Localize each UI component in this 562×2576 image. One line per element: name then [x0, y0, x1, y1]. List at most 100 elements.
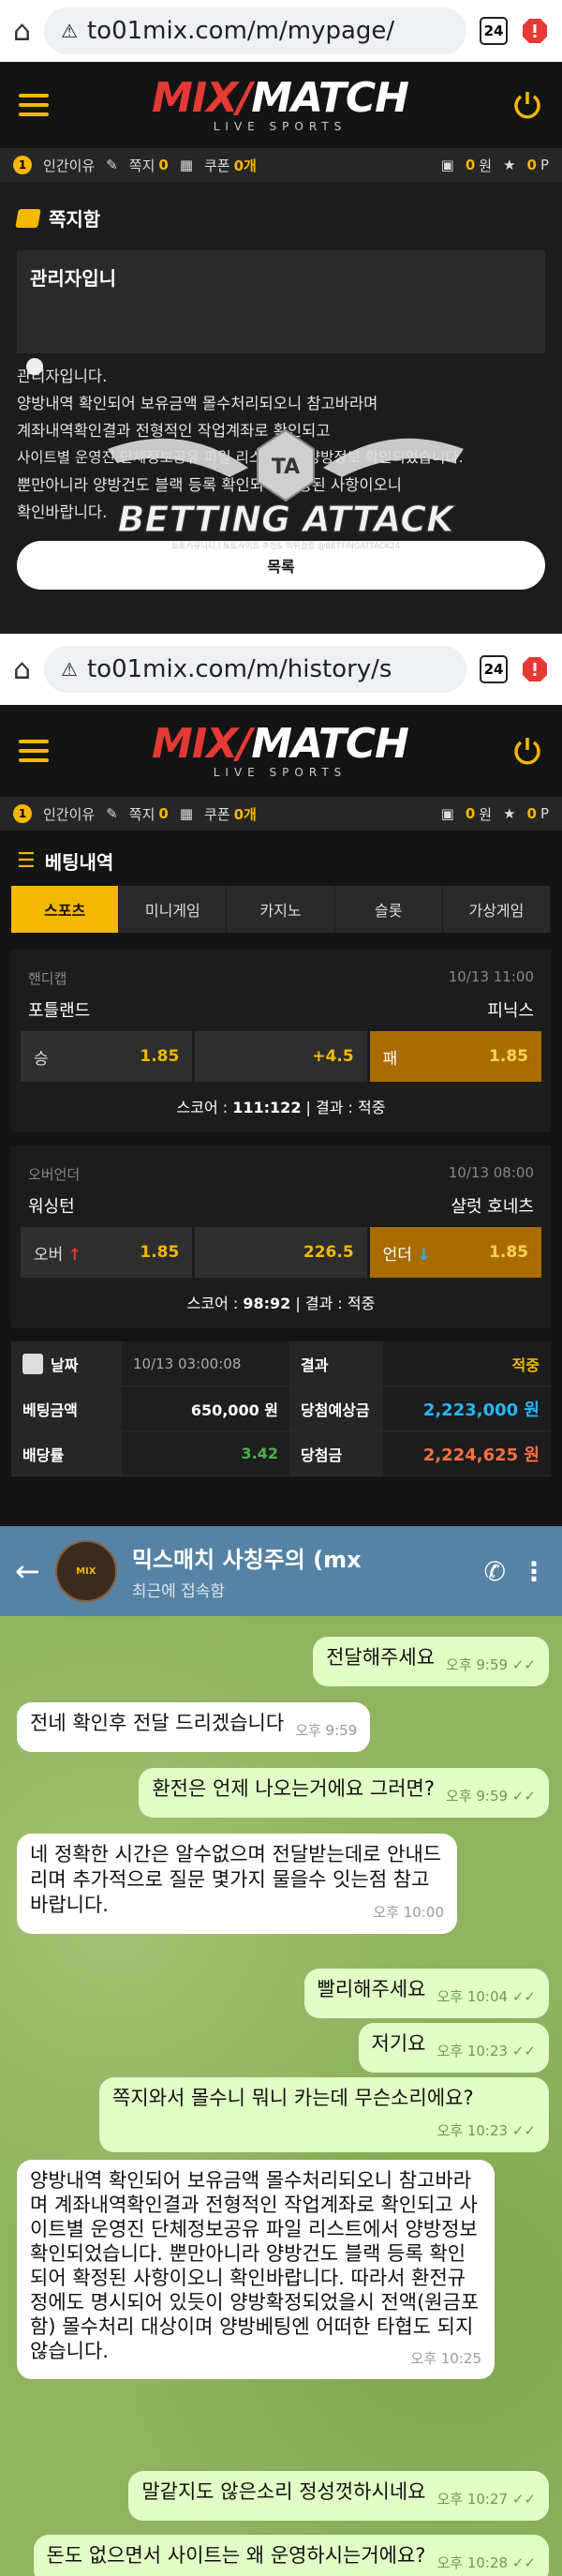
bet-card: 핸디캡 10/13 11:00 포틀랜드 피닉스 승 1.85 +4.5 패 1.85 … — [11, 950, 551, 1132]
chat-bubble-out[interactable]: 돈도 없으면서 사이트는 왜 운영하시는거에요? 오후 10:28 ✓✓ — [33, 2535, 549, 2576]
username[interactable]: 인간이유 — [43, 156, 95, 175]
message-time: 오후 10:00 — [373, 1904, 444, 1921]
chat-bubble-out[interactable]: 전달해주세요 오후 9:59 ✓✓ — [313, 1637, 549, 1686]
message-text: 돈도 없으면서 사이트는 왜 운영하시는거에요? — [46, 2544, 426, 2567]
chat-area: 전달해주세요 오후 9:59 ✓✓ 전네 확인후 전달 드리겠습니다 오후 9:59… — [0, 1616, 562, 2576]
odds-over: 오버 ↑ 1.85 — [21, 1227, 193, 1278]
message-line: 양방내역 확인되어 보유금액 몰수처리되오니 참고바라며 — [17, 395, 378, 412]
message-header: 관리자입니 — [17, 250, 545, 353]
total-odds-value: 3.42 — [122, 1431, 289, 1475]
score-label: 스코어 : — [186, 1295, 239, 1312]
tab-casino[interactable]: 카지노 — [227, 886, 335, 933]
list-button[interactable]: 목록 — [17, 541, 545, 590]
chat-title[interactable]: 믹스매치 사칭주의 (mx — [132, 1541, 469, 1574]
back-arrow-icon[interactable]: ← — [15, 1553, 40, 1589]
message-line: 뿐만아니라 양방건도 블랙 등록 확인되어 확정된 사항이오니 — [17, 476, 402, 494]
site-header-1: MIX/MATCH LIVE SPORTS — [0, 62, 562, 148]
phone-icon[interactable]: ✆ — [484, 1556, 506, 1587]
message-time: 오후 9:59 — [446, 1788, 509, 1805]
double-check-icon: ✓✓ — [511, 1788, 536, 1805]
result-value: 적중 — [511, 1355, 540, 1374]
section-title-bets: 베팅내역 — [44, 851, 114, 874]
money-amount: 0 — [465, 805, 476, 822]
power-icon[interactable] — [511, 89, 543, 121]
address-bar-2[interactable]: ⚠ to01mix.com/m/history/s — [44, 646, 466, 693]
result-label: 결과 : — [316, 1099, 353, 1116]
tab-switcher-button[interactable]: 24 — [480, 17, 508, 45]
message-panel: 쪽지함 관리자입니 관리자입니다. 양방내역 확인되어 보유금액 몰수처리되오니… — [0, 182, 562, 634]
chat-bubble-in[interactable]: 양방내역 확인되어 보유금액 몰수처리되오니 참고바라며 계좌내역확인결과 전형… — [17, 2160, 495, 2379]
double-check-icon: ✓✓ — [511, 2554, 536, 2571]
section-title-messages: 쪽지함 — [49, 208, 101, 231]
note-icon: ✎ — [106, 805, 118, 822]
odds-away-selected: 패 1.85 — [369, 1031, 541, 1082]
checkbox-icon[interactable] — [22, 1353, 43, 1374]
chat-bubble-in[interactable]: 네 정확한 시간은 알수없으며 전달받는데로 안내드리며 추가적으로 질문 몇가… — [17, 1834, 457, 1934]
logo-sub: LIVE SPORTS — [213, 766, 348, 779]
logo-mix: MIX — [152, 74, 238, 122]
chat-bubble-out[interactable]: 저기요 오후 10:23 ✓✓ — [358, 2023, 549, 2073]
message-time: 오후 10:25 — [410, 2350, 481, 2367]
menu-icon[interactable] — [19, 88, 49, 122]
address-bar-1[interactable]: ⚠ to01mix.com/m/mypage/ — [44, 7, 466, 54]
home-icon[interactable]: ⌂ — [13, 653, 31, 686]
alert-icon[interactable] — [521, 655, 549, 683]
double-check-icon: ✓✓ — [511, 2491, 536, 2508]
result-label: 결과 : — [304, 1295, 343, 1312]
tab-minigame[interactable]: 미니게임 — [119, 886, 228, 933]
avatar[interactable]: MIX — [54, 1540, 117, 1602]
message-time: 오후 10:28 — [436, 2554, 509, 2571]
warning-icon: ⚠ — [61, 658, 78, 681]
message-line: 사이트별 운영진 단체정보공유 파일 리스트에서 양방정보 확인되었습니다. — [17, 449, 464, 466]
chat-bubble-out[interactable]: 환전은 언제 나오는거에요 그러면? 오후 9:59 ✓✓ — [139, 1768, 549, 1818]
notes-label[interactable]: 쪽지 — [129, 156, 155, 175]
bet-summary-table: 날짜 10/13 03:00:08 결과 적중 베팅금액 650,000 원 당… — [11, 1341, 551, 1476]
bet-time: 10/13 11:00 — [448, 968, 534, 985]
odds-label: 언더 — [382, 1245, 412, 1265]
site-logo[interactable]: MIX/MATCH LIVE SPORTS — [152, 78, 409, 133]
summary-row: 베팅금액 650,000 원 당첨예상금 2,223,000 원 — [11, 1386, 551, 1431]
site-logo[interactable]: MIX/MATCH LIVE SPORTS — [152, 724, 409, 779]
money-unit: 원 — [479, 157, 493, 174]
alert-icon[interactable] — [521, 17, 549, 45]
tab-slot[interactable]: 슬롯 — [334, 886, 443, 933]
username[interactable]: 인간이유 — [43, 804, 95, 824]
coupon-label[interactable]: 쿠폰 — [204, 156, 230, 175]
home-icon[interactable]: ⌂ — [13, 15, 31, 48]
message-time: 오후 9:59 — [295, 1722, 358, 1739]
message-text: 빨리해주세요 — [317, 1978, 426, 2000]
message-text: 쪽지와서 몰수니 뭐니 카는데 무슨소리에요? — [112, 2087, 474, 2109]
score-value: 98:92 — [243, 1295, 291, 1312]
message-line: 계좌내역확인결과 전형적인 작업계좌로 확인되고 — [17, 422, 331, 440]
double-check-icon: ✓✓ — [511, 2043, 536, 2059]
coupon-icon: ▦ — [179, 805, 194, 822]
message-time: 오후 10:27 — [436, 2491, 509, 2508]
menu-icon[interactable] — [19, 734, 49, 768]
more-icon[interactable]: ⋮ — [521, 1556, 547, 1587]
summary-row: 배당률 3.42 당첨금 2,224,625 원 — [11, 1431, 551, 1476]
chat-bubble-out[interactable]: 쪽지와서 몰수니 뭐니 카는데 무슨소리에요? 오후 10:23 ✓✓ — [99, 2077, 549, 2152]
chat-bubble-in[interactable]: 전네 확인후 전달 드리겠습니다 오후 9:59 — [17, 1702, 371, 1752]
message-text: 양방내역 확인되어 보유금액 몰수처리되오니 참고바라며 계좌내역확인결과 전형… — [30, 2169, 480, 2362]
chat-bubble-out[interactable]: 빨리해주세요 오후 10:04 ✓✓ — [303, 1969, 549, 2018]
notes-count: 0 — [158, 157, 169, 173]
message-text: 전달해주세요 — [326, 1646, 436, 1669]
message-text: 말같지도 않은소리 정성껏하시네요 — [141, 2480, 426, 2503]
home-team: 워싱턴 — [28, 1197, 75, 1217]
odds-value: 1.85 — [489, 1243, 528, 1262]
bet-time: 10/13 08:00 — [448, 1164, 534, 1181]
message-time: 오후 10:04 — [436, 1988, 509, 2005]
points-unit: P — [540, 157, 549, 173]
chat-bubble-out[interactable]: 말같지도 않은소리 정성껏하시네요 오후 10:27 ✓✓ — [128, 2471, 549, 2521]
coupon-label[interactable]: 쿠폰 — [204, 804, 230, 824]
odds-label: 승 — [34, 1049, 49, 1069]
browser-bar-1: ⌂ ⚠ to01mix.com/m/mypage/ 24 — [0, 0, 562, 62]
points-amount: 0 — [526, 157, 537, 173]
power-icon[interactable] — [511, 735, 543, 767]
tab-switcher-button[interactable]: 24 — [480, 655, 508, 683]
notes-count: 0 — [158, 805, 169, 822]
tab-virtual[interactable]: 가상게임 — [442, 886, 552, 933]
coupon-count: 0개 — [233, 805, 257, 823]
notes-label[interactable]: 쪽지 — [129, 804, 155, 824]
tab-sports[interactable]: 스포츠 — [11, 886, 120, 933]
